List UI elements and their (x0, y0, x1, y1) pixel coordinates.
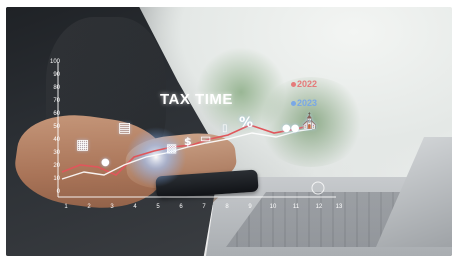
year-dot-icon (291, 82, 296, 88)
tax-time-title: TAX TIME (160, 91, 233, 108)
receipt-icon: ▭ (200, 131, 212, 145)
holographic-chart-overlay (57, 62, 336, 198)
x-tick-label: 10 (269, 204, 277, 210)
y-tick-label: 80 (53, 85, 60, 91)
y-tick-label: 30 (53, 150, 60, 156)
x-tick-label: 9 (248, 204, 252, 210)
y-tick-label: 10 (53, 176, 60, 182)
piggy-bank-icon: ● (101, 157, 110, 168)
year-2022-label: 2022 (291, 79, 317, 89)
y-tick-label: 70 (53, 98, 60, 104)
x-tick-label: 12 (315, 204, 323, 210)
people-icon: ●● (282, 123, 300, 134)
bank-icon: ⛪ (300, 112, 319, 130)
x-tick-label: 11 (292, 204, 300, 210)
y-tick-label: 60 (53, 111, 60, 117)
x-tick-label: 3 (110, 204, 114, 210)
x-tick-label: 5 (156, 204, 160, 210)
red-trend-line (61, 124, 313, 176)
x-tick-label: 4 (133, 204, 137, 210)
calculator-icon: ▦ (76, 137, 90, 153)
x-tick-label: 7 (202, 204, 206, 210)
x-tick-label: 8 (225, 204, 229, 210)
year-dot-icon (291, 101, 296, 107)
y-tick-label: 90 (53, 72, 60, 78)
x-tick-label: 1 (64, 204, 68, 210)
clipboard-icon: ▯ (222, 123, 228, 134)
y-tick-label: 0 (56, 189, 60, 195)
x-tick-label: 2 (87, 204, 91, 210)
y-tick-label: 40 (53, 137, 60, 143)
percent-icon: % (239, 115, 254, 131)
circle-marker (311, 181, 325, 195)
x-tick-label: 13 (335, 204, 343, 210)
photo-frame: TAX TIME 2022 2023 100 90 80 70 60 50 40… (6, 7, 452, 256)
y-tick-label: 50 (53, 124, 60, 130)
dollar-icon: $ (184, 135, 192, 148)
y-tick-label: 100 (49, 59, 60, 65)
document-icon: ▤ (118, 120, 132, 136)
year-2023-label: 2023 (291, 98, 317, 108)
y-tick-label: 20 (53, 163, 60, 169)
chart-icon: ▩ (166, 141, 178, 155)
x-tick-label: 6 (179, 204, 183, 210)
